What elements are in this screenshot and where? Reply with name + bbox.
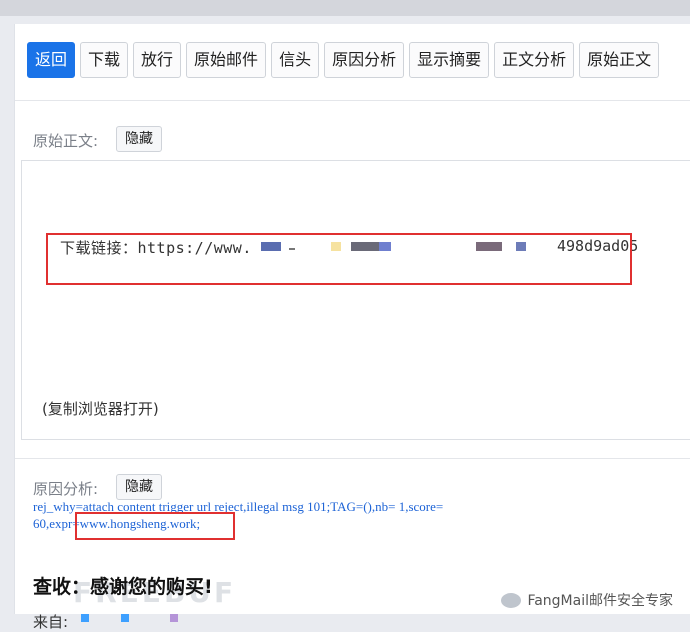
mail-headline: 查收：感谢您的购买! (33, 576, 213, 598)
reason-analysis-label: 原因分析: (33, 480, 99, 498)
divider (15, 100, 690, 101)
top-strip (0, 0, 690, 16)
original-body-content: 下载链接：https://www. 498d9ad05 (复制浏览器打开) (21, 160, 690, 440)
reason-hide-button[interactable]: 隐藏 (116, 474, 162, 500)
action-toolbar: 返回 下载 放行 原始邮件 信头 原因分析 显示摘要 正文分析 原始正文 (27, 42, 664, 80)
redacted-block (121, 614, 129, 622)
link-highlight-box (46, 233, 632, 285)
from-label: 来自: (33, 613, 69, 631)
download-button[interactable]: 下载 (80, 42, 129, 78)
wechat-watermark: FangMail邮件安全专家 (501, 590, 673, 610)
redacted-block (170, 614, 178, 622)
back-button[interactable]: 返回 (27, 42, 76, 78)
copy-to-browser-note: (复制浏览器打开) (42, 400, 159, 418)
raw-body-button[interactable]: 原始正文 (579, 42, 660, 78)
mail-detail-panel: 返回 下载 放行 原始邮件 信头 原因分析 显示摘要 正文分析 原始正文 原始正文: 隐藏 下载… (14, 24, 690, 631)
watermark-brand: FangMail邮件安全专家 (527, 593, 673, 609)
divider (15, 458, 690, 459)
expr-highlight-box (75, 512, 235, 540)
release-button[interactable]: 放行 (133, 42, 182, 78)
original-body-hide-button[interactable]: 隐藏 (116, 126, 162, 152)
original-body-label: 原始正文: (33, 132, 99, 150)
raw-mail-button[interactable]: 原始邮件 (186, 42, 267, 78)
header-button[interactable]: 信头 (271, 42, 320, 78)
redacted-block (81, 614, 89, 622)
reason-analysis-button[interactable]: 原因分析 (324, 42, 405, 78)
body-analysis-button[interactable]: 正文分析 (494, 42, 575, 78)
show-summary-button[interactable]: 显示摘要 (409, 42, 490, 78)
